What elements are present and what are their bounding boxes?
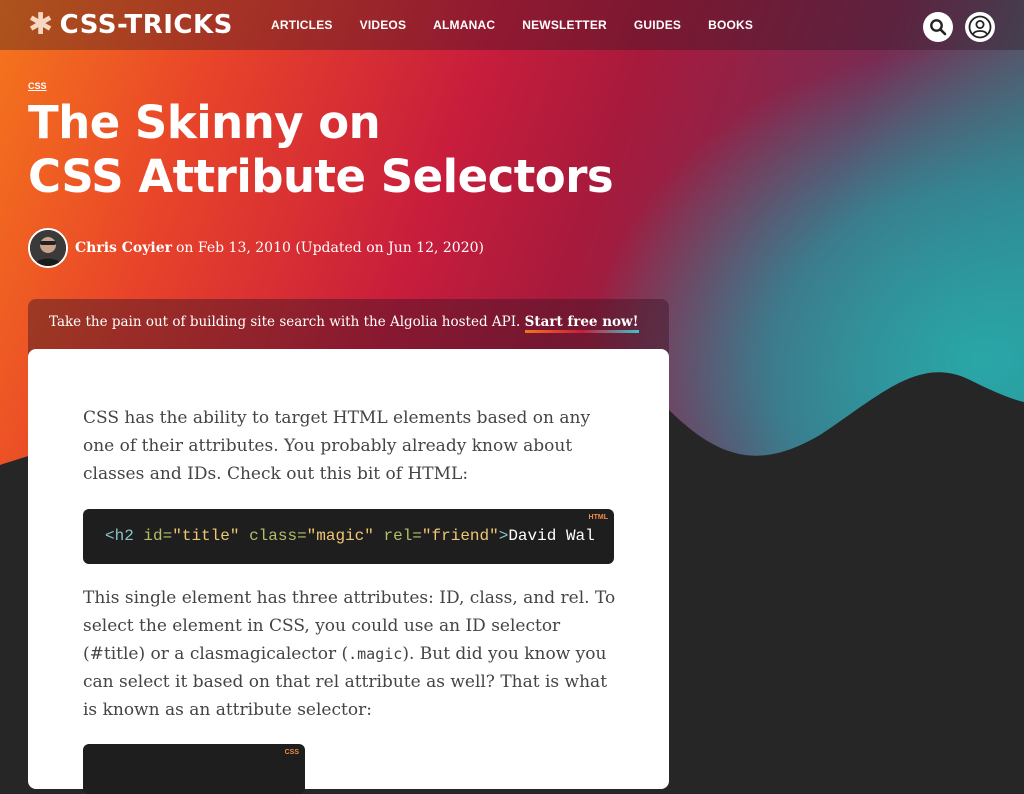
sponsor-cta-link[interactable]: Start free now! [524, 314, 639, 333]
code-block-css: CSS [83, 744, 305, 794]
asterisk-icon: ✱ [28, 7, 54, 42]
nav-item-videos[interactable]: VIDEOS [360, 18, 407, 32]
paragraph-attributes: This single element has three attributes… [83, 588, 616, 720]
author-photo-icon [30, 230, 66, 266]
account-button[interactable] [965, 12, 995, 42]
paragraph-intro: CSS has the ability to target HTML eleme… [83, 408, 591, 484]
author-avatar[interactable] [28, 228, 68, 268]
title-line-1: The Skinny on [28, 96, 381, 149]
site-logo[interactable]: ✱ CSS-TRICKS [28, 7, 233, 42]
nav-item-articles[interactable]: ARTICLES [271, 18, 333, 32]
code-lang-label: HTML [588, 514, 608, 521]
page-title: The Skinny on CSS Attribute Selectors [28, 96, 668, 204]
code-block-html: HTML <h2 id="title" class="magic" rel="f… [83, 509, 614, 564]
search-button[interactable] [923, 12, 953, 42]
nav-item-almanac[interactable]: ALMANAC [433, 18, 495, 32]
nav-item-books[interactable]: BOOKS [708, 18, 753, 32]
nav-item-guides[interactable]: GUIDES [634, 18, 681, 32]
title-line-2: CSS Attribute Selectors [28, 150, 614, 203]
byline: Chris Coyier on Feb 13, 2010 (Updated on… [28, 228, 484, 268]
inline-code: .magic [348, 645, 403, 663]
top-navigation: ✱ CSS-TRICKS ARTICLES VIDEOS ALMANAC NEW… [0, 0, 1024, 50]
code-lang-label: CSS [284, 749, 299, 756]
author-name[interactable]: Chris Coyier [75, 240, 172, 256]
post-date: on Feb 13, 2010 (Updated on Jun 12, 2020… [176, 240, 484, 256]
nav-item-newsletter[interactable]: NEWSLETTER [522, 18, 607, 32]
category-link[interactable]: CSS [28, 81, 47, 91]
user-icon [968, 15, 992, 39]
nav-links: ARTICLES VIDEOS ALMANAC NEWSLETTER GUIDE… [271, 18, 753, 32]
article-body: CSS has the ability to target HTML eleme… [28, 349, 669, 794]
logo-text: CSS-TRICKS [59, 10, 233, 40]
sponsor-text: Take the pain out of building site searc… [49, 314, 521, 330]
search-icon [930, 19, 947, 36]
code-content: <h2 id="title" class="magic" rel="friend… [105, 527, 595, 545]
